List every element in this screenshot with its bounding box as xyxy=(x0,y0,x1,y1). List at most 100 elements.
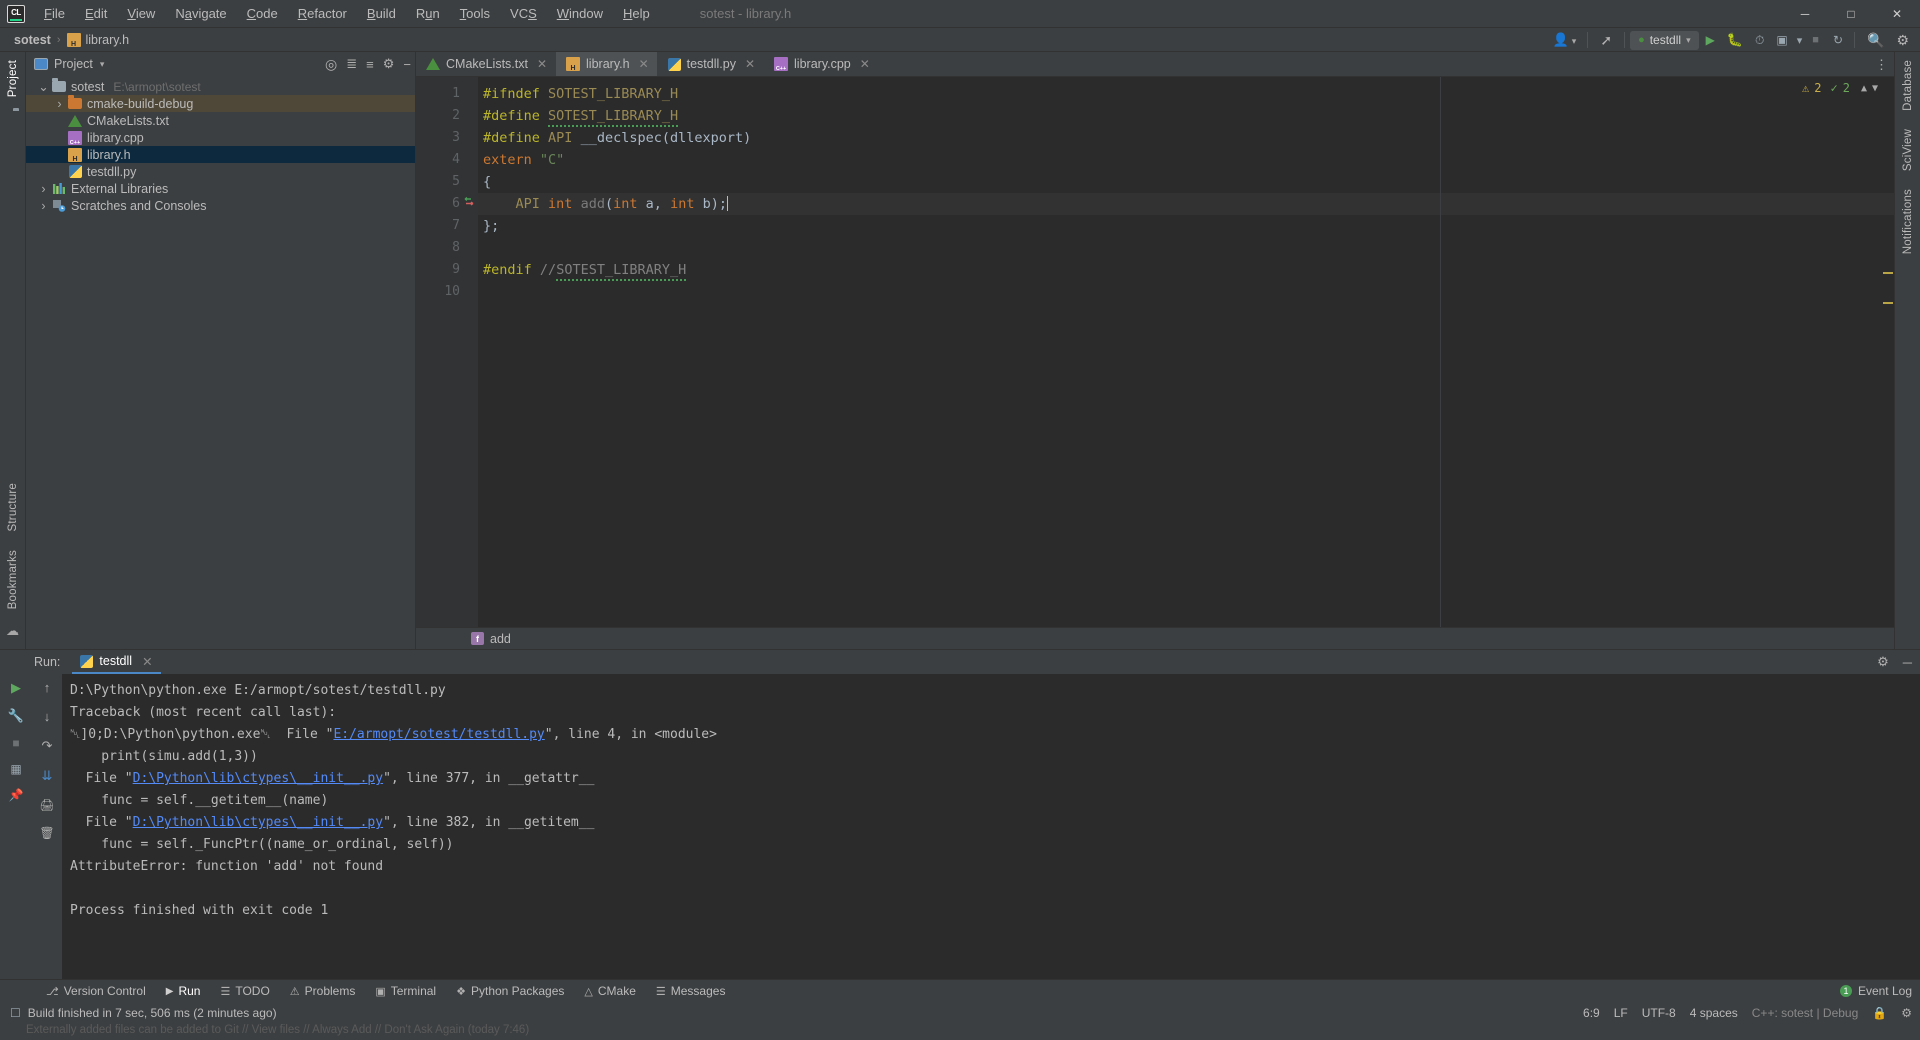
expand-all-icon[interactable]: ≡ xyxy=(366,57,374,72)
layout-icon[interactable]: ▦ xyxy=(10,762,21,776)
editor-gutter[interactable]: 1 2 3 4 5 6 7 8 9 10 xyxy=(416,77,478,627)
run-tab-testdll[interactable]: testdll ✕ xyxy=(72,650,161,674)
hide-icon[interactable]: ─ xyxy=(1903,655,1912,670)
trash-icon[interactable]: 🗑 xyxy=(39,826,54,840)
menu-refactor[interactable]: Refactor xyxy=(288,2,357,25)
menu-code[interactable]: Code xyxy=(237,2,288,25)
twisty-icon[interactable]: ⌄ xyxy=(36,79,51,94)
marker-stripe[interactable] xyxy=(1883,302,1893,304)
rail-button-bookmarks[interactable]: Bookmarks xyxy=(7,542,19,619)
close-button[interactable]: ✕ xyxy=(1874,0,1920,28)
rail-button-sciview[interactable]: SciView xyxy=(1902,121,1914,181)
twisty-icon[interactable]: › xyxy=(36,199,51,213)
breadcrumb-file[interactable]: library.h xyxy=(86,33,130,47)
editor-tab-library-cpp[interactable]: library.cpp ✕ xyxy=(764,52,879,76)
print-icon[interactable]: 🖨 xyxy=(39,798,54,812)
account-icon[interactable]: 👤 ▾ xyxy=(1547,32,1583,48)
bottom-tab-terminal[interactable]: ▣ Terminal xyxy=(365,980,446,1003)
console-file-link[interactable]: D:\Python\lib\ctypes\__init__.py xyxy=(133,815,383,830)
tree-row[interactable]: ⌄ sotest E:\armopt\sotest xyxy=(26,78,415,95)
more-run-options-icon[interactable]: ▾ xyxy=(1795,34,1805,47)
code-text-area[interactable]: #ifndef SOTEST_LIBRARY_H #define SOTEST_… xyxy=(478,77,1894,627)
minimize-button[interactable]: ─ xyxy=(1782,0,1828,28)
console-file-link[interactable]: D:\Python\lib\ctypes\__init__.py xyxy=(133,771,383,786)
close-icon[interactable]: ✕ xyxy=(745,57,755,71)
stop-button[interactable]: ■ xyxy=(1806,34,1825,46)
close-icon[interactable]: ✕ xyxy=(860,57,870,71)
editor-tab-library-h[interactable]: library.h ✕ xyxy=(556,52,658,76)
menu-view[interactable]: View xyxy=(117,2,165,25)
console-file-link[interactable]: E:/armopt/sotest/testdll.py xyxy=(333,727,544,742)
wrench-icon[interactable]: 🔧 xyxy=(8,708,24,724)
menu-navigate[interactable]: Navigate xyxy=(165,2,236,25)
search-icon[interactable]: 🔍 xyxy=(1860,32,1891,49)
gear-icon[interactable]: ⚙ xyxy=(1877,654,1889,670)
scroll-to-end-icon[interactable]: ⇊ xyxy=(42,768,53,784)
tree-row[interactable]: library.cpp xyxy=(26,129,415,146)
collapse-all-icon[interactable]: ≣ xyxy=(346,56,357,72)
chevron-down-icon[interactable]: ▾ xyxy=(100,59,105,70)
menu-vcs[interactable]: VCS xyxy=(500,2,547,25)
breadcrumb-project[interactable]: sotest xyxy=(14,33,51,47)
tree-row[interactable]: › cmake-build-debug xyxy=(26,95,415,112)
twisty-icon[interactable]: › xyxy=(52,97,67,111)
soft-wrap-icon[interactable]: ↷ xyxy=(42,738,53,754)
menu-help[interactable]: Help xyxy=(613,2,660,25)
tree-row[interactable]: › Scratches and Consoles xyxy=(26,197,415,214)
bottom-tab-cmake[interactable]: △ CMake xyxy=(574,980,645,1003)
menu-file[interactable]: File xyxy=(34,2,75,25)
close-icon[interactable]: ✕ xyxy=(537,57,547,71)
coverage-button[interactable]: ▣ xyxy=(1771,33,1792,47)
twisty-icon[interactable]: › xyxy=(36,182,51,196)
marker-stripe[interactable] xyxy=(1883,272,1893,274)
tree-row[interactable]: › External Libraries xyxy=(26,180,415,197)
bottom-tab-todo[interactable]: ☰ TODO xyxy=(210,980,279,1003)
file-encoding[interactable]: UTF-8 xyxy=(1642,1006,1676,1020)
down-arrow-icon[interactable]: ↓ xyxy=(44,709,51,724)
close-icon[interactable]: ✕ xyxy=(639,57,649,71)
close-icon[interactable]: ✕ xyxy=(142,654,152,669)
rail-button-project[interactable]: Project xyxy=(7,52,19,107)
pin-icon[interactable]: 📌 xyxy=(9,788,24,802)
run-button[interactable]: ▶ xyxy=(1701,33,1720,47)
gear-icon[interactable]: ⚙ xyxy=(1893,32,1916,49)
profile-button[interactable]: ⏱ xyxy=(1750,33,1769,48)
line-separator[interactable]: LF xyxy=(1614,1006,1628,1020)
menu-build[interactable]: Build xyxy=(357,2,406,25)
build-profile[interactable]: C++: sotest | Debug xyxy=(1752,1006,1859,1020)
tree-row[interactable]: library.h xyxy=(26,146,415,163)
debug-button[interactable]: 🐛 xyxy=(1722,32,1748,48)
caret-position[interactable]: 6:9 xyxy=(1583,1006,1600,1020)
menu-tools[interactable]: Tools xyxy=(450,2,500,25)
rail-button-structure[interactable]: Structure xyxy=(7,475,19,541)
rerun-icon[interactable]: ▶ xyxy=(11,680,21,696)
notification-strip[interactable]: Externally added files can be added to G… xyxy=(0,1024,1920,1040)
inspection-widget[interactable]: ⚠ 2 ✓ 2 ▲ ▼ xyxy=(1802,81,1878,95)
rail-button-notifications[interactable]: Notifications xyxy=(1902,181,1914,264)
bottom-tab-version-control[interactable]: ⎇ Version Control xyxy=(36,980,156,1003)
more-tabs-icon[interactable]: ⋮ xyxy=(1875,57,1888,73)
editor-tab-testdll-py[interactable]: testdll.py ✕ xyxy=(658,52,765,76)
implementation-marker-icon[interactable] xyxy=(462,196,476,211)
breadcrumb-symbol-label[interactable]: add xyxy=(490,632,511,646)
bottom-tab-python-packages[interactable]: ❖ Python Packages xyxy=(446,980,574,1003)
chevron-up-icon[interactable]: ▲ xyxy=(1861,83,1867,94)
bottom-tab-run[interactable]: ▶ Run xyxy=(156,980,211,1003)
search-everywhere-icon[interactable]: ➚ xyxy=(1593,32,1619,49)
up-arrow-icon[interactable]: ↑ xyxy=(44,680,51,695)
menu-window[interactable]: Window xyxy=(547,2,613,25)
settings-icon[interactable]: ⚙ xyxy=(383,56,395,72)
lock-icon[interactable]: 🔒 xyxy=(1872,1006,1887,1020)
chevron-down-icon[interactable]: ▼ xyxy=(1872,83,1878,94)
run-console-output[interactable]: D:\Python\python.exe E:/armopt/sotest/te… xyxy=(62,674,1920,979)
indent-setting[interactable]: 4 spaces xyxy=(1690,1006,1738,1020)
inspection-icon[interactable]: ⚙ xyxy=(1901,1006,1912,1020)
code-editor[interactable]: 1 2 3 4 5 6 7 8 9 10 #ifndef SOTEST_LIBR… xyxy=(416,77,1894,627)
event-log-button[interactable]: 1 Event Log xyxy=(1839,984,1912,998)
run-configuration-selector[interactable]: ● testdll ▾ xyxy=(1630,30,1699,50)
bottom-tab-problems[interactable]: ⚠ Problems xyxy=(280,980,366,1003)
tree-row[interactable]: CMakeLists.txt xyxy=(26,112,415,129)
menu-edit[interactable]: Edit xyxy=(75,2,117,25)
tree-row[interactable]: testdll.py xyxy=(26,163,415,180)
menu-run[interactable]: Run xyxy=(406,2,450,25)
